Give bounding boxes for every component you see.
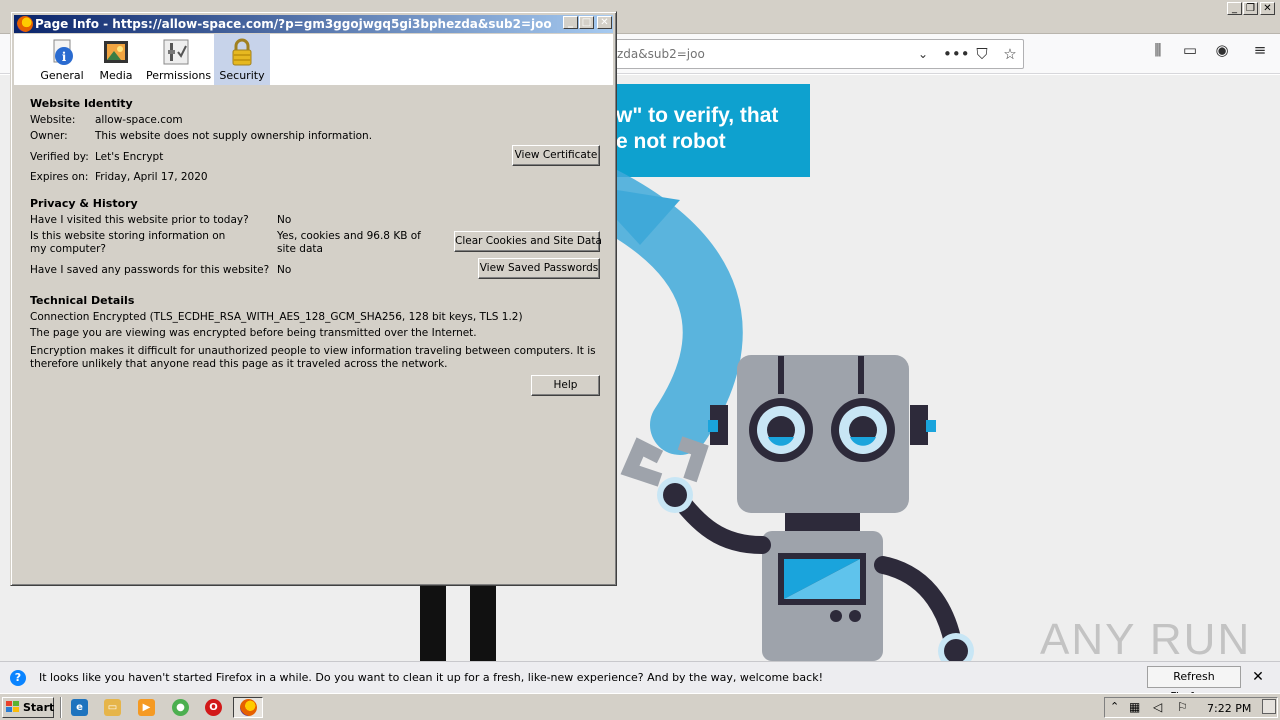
tab-general[interactable]: i General [38,34,86,85]
connection-details: Connection Encrypted (TLS_ECDHE_RSA_WITH… [30,311,523,323]
firefox-icon [240,699,257,716]
bookmark-star-icon[interactable]: ☆ [1000,44,1020,64]
dialog-title: Page Info - https://allow-space.com/?p=g… [35,17,552,31]
taskbar: Start e ▭ ▶ ● O ⌃ ▦ ◁ ⚐ 7:22 PM [0,693,1280,720]
visited-answer: No [277,214,292,226]
verified-by-value: Let's Encrypt [95,151,164,163]
privacy-history-heading: Privacy & History [30,197,138,210]
restore-button[interactable]: ❐ [1243,2,1258,15]
chrome-icon[interactable]: ● [172,699,189,716]
technical-details-heading: Technical Details [30,294,135,307]
menu-icon[interactable]: ≡ [1250,40,1270,60]
clock: 7:22 PM [1207,702,1252,715]
tab-label: Media [99,69,133,82]
view-saved-passwords-button[interactable]: View Saved Passwords [478,258,600,279]
close-icon[interactable]: ✕ [1250,669,1266,685]
network-icon[interactable]: ▦ [1129,700,1140,714]
media-icon [104,41,128,63]
volume-icon[interactable]: ◁ [1153,700,1162,714]
url-bar[interactable]: zda&sub2=joo ⌄ ••• ⛉ ☆ [610,39,1024,69]
info-icon: i [53,39,73,65]
taskbar-separator [60,697,62,718]
flag-icon[interactable]: ⚐ [1177,700,1188,714]
tab-media[interactable]: Media [96,34,136,85]
minimize-button[interactable]: _ [1227,2,1242,15]
account-icon[interactable]: ◉ [1212,40,1232,60]
opera-icon[interactable]: O [205,699,222,716]
website-value: allow-space.com [95,114,183,126]
chevron-down-icon[interactable]: ⌄ [913,44,933,64]
clear-cookies-button[interactable]: Clear Cookies and Site Data [454,231,602,252]
expires-value: Friday, April 17, 2020 [95,171,208,183]
windows-logo-icon [6,701,19,712]
system-tray: ⌃ ▦ ◁ ⚐ [1104,697,1278,718]
security-panel: Website Identity Website: allow-space.co… [14,85,613,583]
owner-label: Owner: [30,130,68,142]
sidebar-icon[interactable]: ▭ [1180,40,1200,60]
tab-permissions[interactable]: Permissions [146,34,212,85]
maximize-button[interactable]: □ [579,16,594,29]
minimize-button[interactable]: _ [563,16,578,29]
explorer-folder-icon[interactable]: ▭ [104,699,121,716]
verified-by-label: Verified by: [30,151,89,163]
refresh-firefox-button[interactable]: Refresh Firefox… [1147,666,1241,703]
tab-label: Permissions [146,69,212,82]
page-actions-icon[interactable]: ••• [943,44,970,64]
tab-label: Security [219,69,265,82]
media-player-icon[interactable]: ▶ [138,699,155,716]
anyrun-watermark: ANY RUN [1040,615,1252,661]
start-button[interactable]: Start [2,697,54,718]
tab-label: General [40,69,84,82]
notification-text: It looks like you haven't started Firefo… [39,671,823,684]
close-button[interactable]: ✕ [597,16,612,29]
expires-label: Expires on: [30,171,89,183]
firefox-icon [17,16,33,32]
page-info-dialog: Page Info - https://allow-space.com/?p=g… [10,11,617,586]
website-label: Website: [30,114,76,126]
storing-question: Is this website storing information on m… [30,230,226,255]
view-certificate-button[interactable]: View Certificate [512,145,600,166]
tab-security[interactable]: Security [214,34,270,85]
passwords-answer: No [277,264,292,276]
storing-answer: Yes, cookies and 96.8 KB of site data [277,230,421,255]
start-label: Start [23,701,55,714]
encryption-note: The page you are viewing was encrypted b… [30,327,477,339]
visited-question: Have I visited this website prior to tod… [30,214,249,226]
passwords-question: Have I saved any passwords for this webs… [30,264,270,276]
info-icon: ? [10,670,26,686]
website-identity-heading: Website Identity [30,97,133,110]
url-text: zda&sub2=joo [617,47,705,61]
svg-text:i: i [62,50,67,64]
dialog-titlebar[interactable]: Page Info - https://allow-space.com/?p=g… [14,15,613,33]
tray-expand-icon[interactable]: ⌃ [1110,700,1119,713]
lock-icon [232,38,252,66]
encryption-explanation: Encryption makes it difficult for unauth… [30,345,596,370]
owner-value: This website does not supply ownership i… [95,130,373,142]
pocket-icon[interactable]: ⛉ [972,44,992,64]
help-button[interactable]: Help [531,375,600,396]
show-desktop-icon[interactable] [1262,699,1276,714]
taskbar-firefox-button[interactable] [233,697,263,718]
notification-bar: ? It looks like you haven't started Fire… [0,661,1280,703]
permissions-icon [163,39,189,65]
internet-explorer-icon[interactable]: e [71,699,88,716]
dialog-tabs: i General Media Permissions Security [14,34,613,85]
library-icon[interactable]: ⫼ [1148,40,1168,60]
close-button[interactable]: ✕ [1260,2,1275,15]
